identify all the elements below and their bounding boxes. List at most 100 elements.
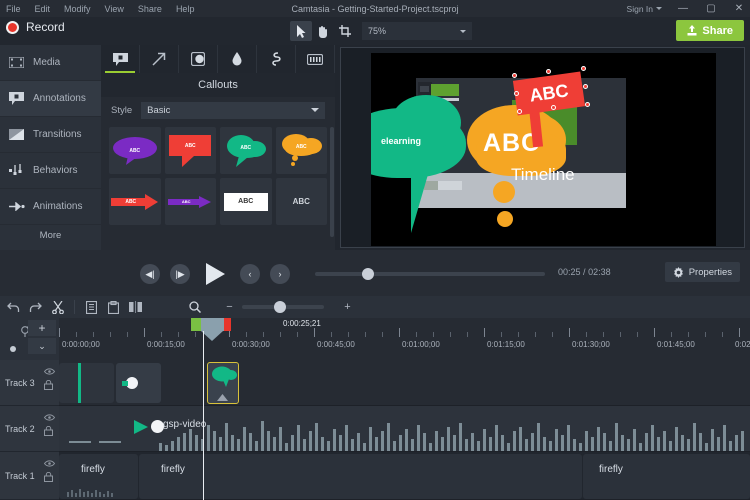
resize-handle-tl[interactable] [512, 73, 517, 78]
panel-scrollbar[interactable] [330, 127, 334, 237]
track-header-3[interactable]: Track 3 [0, 360, 59, 406]
video-canvas[interactable]: elearning ABC Timeline ABC [371, 53, 716, 246]
menu-bar: File Edit Modify View Share Help [0, 4, 194, 14]
timeline-toolbar: − + [0, 296, 750, 318]
menu-item-file[interactable]: File [6, 4, 21, 14]
callout-thumb-yellow-thought[interactable]: ABC [276, 127, 328, 174]
track-toggles [44, 368, 55, 390]
table-row: Track 3 [0, 360, 750, 406]
timeline-zoom-slider[interactable] [242, 305, 324, 309]
keystroke-tab[interactable] [296, 45, 335, 73]
zoom-in-button[interactable]: + [338, 298, 357, 316]
resize-handle-bc[interactable] [551, 105, 556, 110]
track-header-1[interactable]: Track 1 [0, 452, 59, 500]
callout-thumb-purple-arrow[interactable]: ABC [165, 178, 217, 225]
sketch-motion-tab[interactable] [257, 45, 296, 73]
zoom-level-select[interactable]: 75% [362, 22, 472, 40]
playhead-handle[interactable] [191, 318, 231, 331]
list-item[interactable] [59, 363, 114, 403]
list-item[interactable]: firefly [583, 454, 750, 499]
resize-handle-mr[interactable] [583, 84, 588, 89]
in-marker[interactable] [191, 318, 201, 331]
callout-tab[interactable] [101, 45, 140, 73]
properties-button[interactable]: Properties [665, 262, 740, 282]
arrow-tab[interactable] [140, 45, 179, 73]
shape-tab[interactable] [179, 45, 218, 73]
cursor-tool[interactable] [290, 21, 312, 41]
previous-button[interactable]: ‹ [240, 264, 260, 284]
next-button[interactable]: › [270, 264, 290, 284]
add-track-button[interactable]: + [28, 320, 56, 336]
list-item[interactable]: firefly [59, 454, 138, 499]
sidebar-item-animations[interactable]: Animations [0, 189, 101, 225]
collapse-tracks-button[interactable]: ⌄ [28, 338, 56, 354]
hand-tool[interactable] [312, 21, 334, 41]
list-item[interactable] [207, 362, 239, 404]
preview-scrubber[interactable] [315, 272, 545, 276]
red-callout-text: ABC [528, 80, 570, 106]
timeline-area: + ⌄ [0, 318, 750, 500]
main-toolbar: Record 75% Share [0, 17, 750, 45]
sidebar-item-transitions[interactable]: Transitions [0, 117, 101, 153]
minimize-button[interactable]: — [676, 3, 690, 14]
sidebar-item-behaviors[interactable]: Behaviors [0, 153, 101, 189]
record-button[interactable]: Record [6, 20, 65, 34]
redo-icon[interactable] [26, 298, 45, 316]
track-header-2[interactable]: Track 2 [0, 406, 59, 452]
out-marker[interactable] [224, 318, 231, 331]
play-button[interactable] [200, 259, 230, 289]
maximize-button[interactable]: ▢ [704, 3, 718, 14]
callout-thumb-teal-cloud[interactable]: ABC [220, 127, 272, 174]
zoom-out-button[interactable]: − [220, 298, 239, 316]
crop-tool[interactable] [334, 21, 356, 41]
scrubber-handle[interactable] [362, 268, 374, 280]
copy-icon[interactable] [82, 298, 101, 316]
callout-thumb-purple-bubble[interactable]: ABC [109, 127, 161, 174]
blur-tab[interactable] [218, 45, 257, 73]
step-back-button[interactable]: ◀| [140, 264, 160, 284]
title-bar-right: Sign In — ▢ ✕ [627, 3, 746, 14]
list-item[interactable]: firefly [139, 454, 582, 499]
menu-item-share[interactable]: Share [138, 4, 162, 14]
magnifier-icon[interactable] [185, 298, 204, 316]
close-button[interactable]: ✕ [732, 3, 746, 14]
menu-item-modify[interactable]: Modify [64, 4, 91, 14]
paste-icon[interactable] [104, 298, 123, 316]
cut-icon[interactable] [48, 298, 67, 316]
sign-in-button[interactable]: Sign In [627, 4, 662, 14]
style-label: Style [111, 105, 132, 116]
list-item[interactable] [116, 363, 161, 403]
marker-icon[interactable] [10, 346, 16, 352]
share-button[interactable]: Share [676, 20, 744, 41]
track-lane-1[interactable]: firefly firefly firefly [59, 452, 750, 500]
sidebar-item-media[interactable]: Media [0, 45, 101, 81]
callout-thumb-text-only[interactable]: ABC [276, 178, 328, 225]
track-lane-3[interactable] [59, 360, 750, 406]
undo-icon[interactable] [4, 298, 23, 316]
playhead-body[interactable] [201, 318, 224, 331]
zoom-slider-handle[interactable] [274, 301, 286, 313]
menu-item-help[interactable]: Help [176, 4, 195, 14]
callout-thumb-red-arrow[interactable]: ABC [109, 178, 161, 225]
menu-item-edit[interactable]: Edit [35, 4, 51, 14]
record-label: Record [26, 20, 65, 34]
resize-handle-tc[interactable] [546, 69, 551, 74]
callout-thumb-white-box[interactable]: ABC [220, 178, 272, 225]
sidebar-item-annotations[interactable]: Annotations [0, 81, 101, 117]
step-forward-button[interactable]: |▶ [170, 264, 190, 284]
resize-handle-bl[interactable] [517, 109, 522, 114]
resize-handle-tr[interactable] [581, 66, 586, 71]
timeline-ruler[interactable]: 0:00:00;00 0:00:15;00 0:00:30;00 0:00:45… [59, 318, 750, 360]
split-icon[interactable] [126, 298, 145, 316]
callout-thumb-red-rect[interactable]: ABC [165, 127, 217, 174]
resize-handle-br[interactable] [585, 102, 590, 107]
left-sidebar: Media Annotations Transitions Behaviors … [0, 45, 101, 250]
style-dropdown[interactable]: Basic [141, 102, 325, 119]
transition-icon [8, 127, 25, 142]
menu-item-view[interactable]: View [105, 4, 124, 14]
canvas-tools-group [290, 21, 356, 41]
total-time: 02:38 [588, 267, 611, 277]
track-lane-2[interactable]: gsp-video [59, 406, 750, 452]
sidebar-more-button[interactable]: More [0, 225, 101, 245]
resize-handle-ml[interactable] [514, 91, 519, 96]
